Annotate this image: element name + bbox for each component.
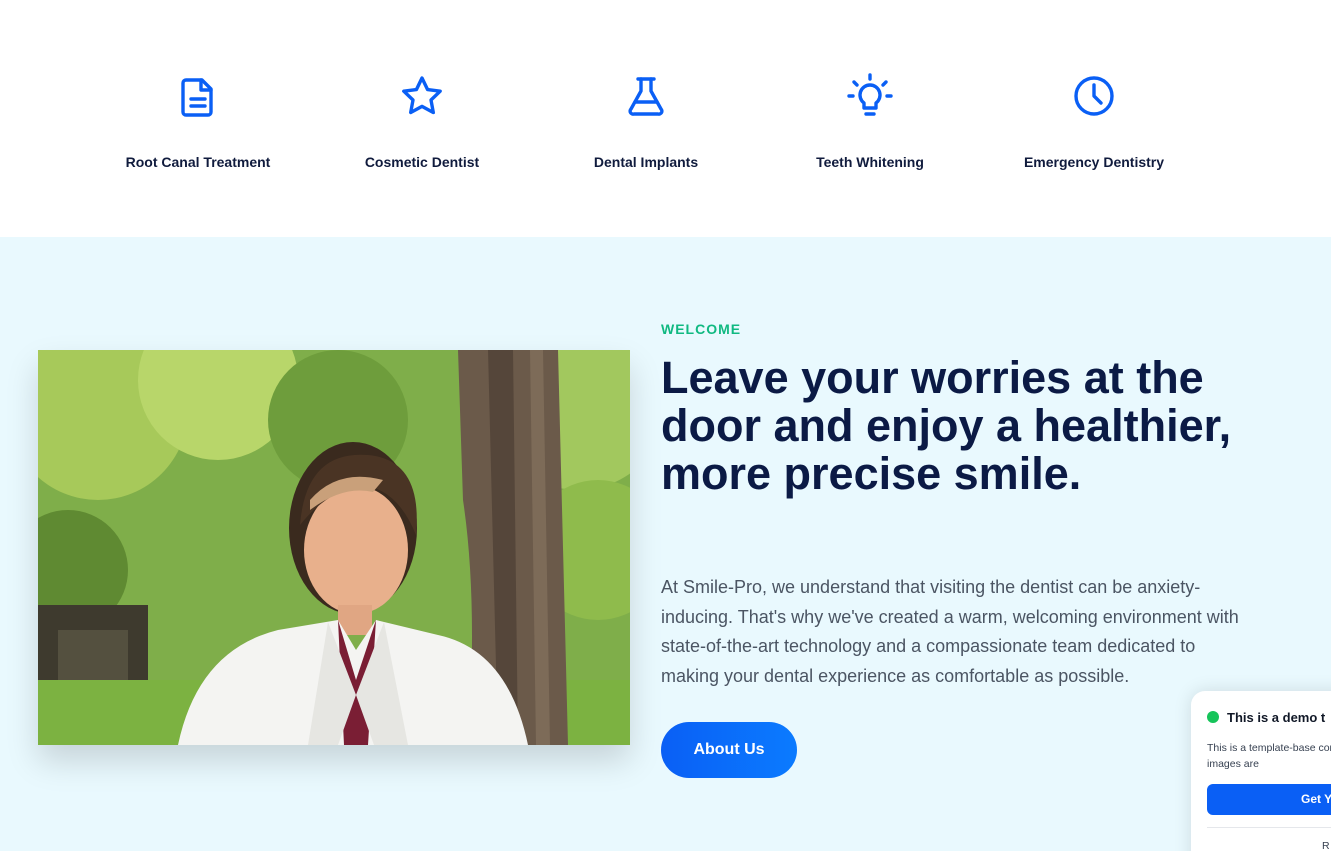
service-label: Cosmetic Dentist bbox=[364, 154, 480, 170]
service-label: Teeth Whitening bbox=[816, 154, 924, 170]
demo-notice-title: This is a demo t bbox=[1227, 710, 1326, 725]
divider bbox=[1207, 827, 1331, 828]
status-dot bbox=[1207, 711, 1219, 723]
service-root-canal[interactable]: Root Canal Treatment bbox=[86, 72, 310, 170]
dentist-photo bbox=[38, 350, 630, 745]
welcome-headline: Leave your worries at the door and enjoy… bbox=[661, 352, 1232, 499]
service-label: Emergency Dentistry bbox=[1023, 154, 1165, 170]
welcome-eyebrow: WELCOME bbox=[661, 321, 742, 337]
demo-notice-text: This is a template-base content and imag… bbox=[1207, 742, 1331, 770]
service-cosmetic-dentist[interactable]: Cosmetic Dentist bbox=[310, 72, 534, 170]
service-dental-implants[interactable]: Dental Implants bbox=[534, 72, 758, 170]
welcome-intro: At Smile-Pro, we understand that visitin… bbox=[661, 577, 1239, 686]
service-teeth-whitening[interactable]: Teeth Whitening bbox=[758, 72, 982, 170]
flask-icon bbox=[628, 77, 664, 116]
star-icon bbox=[402, 76, 442, 115]
demo-secondary-link[interactable]: R bbox=[1322, 840, 1330, 851]
demo-cta-button[interactable]: Get Y bbox=[1207, 784, 1331, 815]
welcome-section: WELCOME Leave your worries at the door a… bbox=[0, 237, 1331, 851]
document-icon bbox=[181, 78, 213, 117]
lightbulb-icon bbox=[847, 73, 893, 116]
about-us-button[interactable]: About Us bbox=[661, 722, 797, 778]
clock-icon bbox=[1074, 76, 1114, 116]
demo-notice-card: This is a demo t This is a template-base… bbox=[1191, 691, 1331, 851]
service-emergency-dentistry[interactable]: Emergency Dentistry bbox=[982, 72, 1206, 170]
services-strip: Root Canal Treatment Cosmetic Dentist De… bbox=[0, 0, 1331, 237]
service-label: Dental Implants bbox=[593, 154, 699, 170]
service-label: Root Canal Treatment bbox=[125, 154, 271, 170]
